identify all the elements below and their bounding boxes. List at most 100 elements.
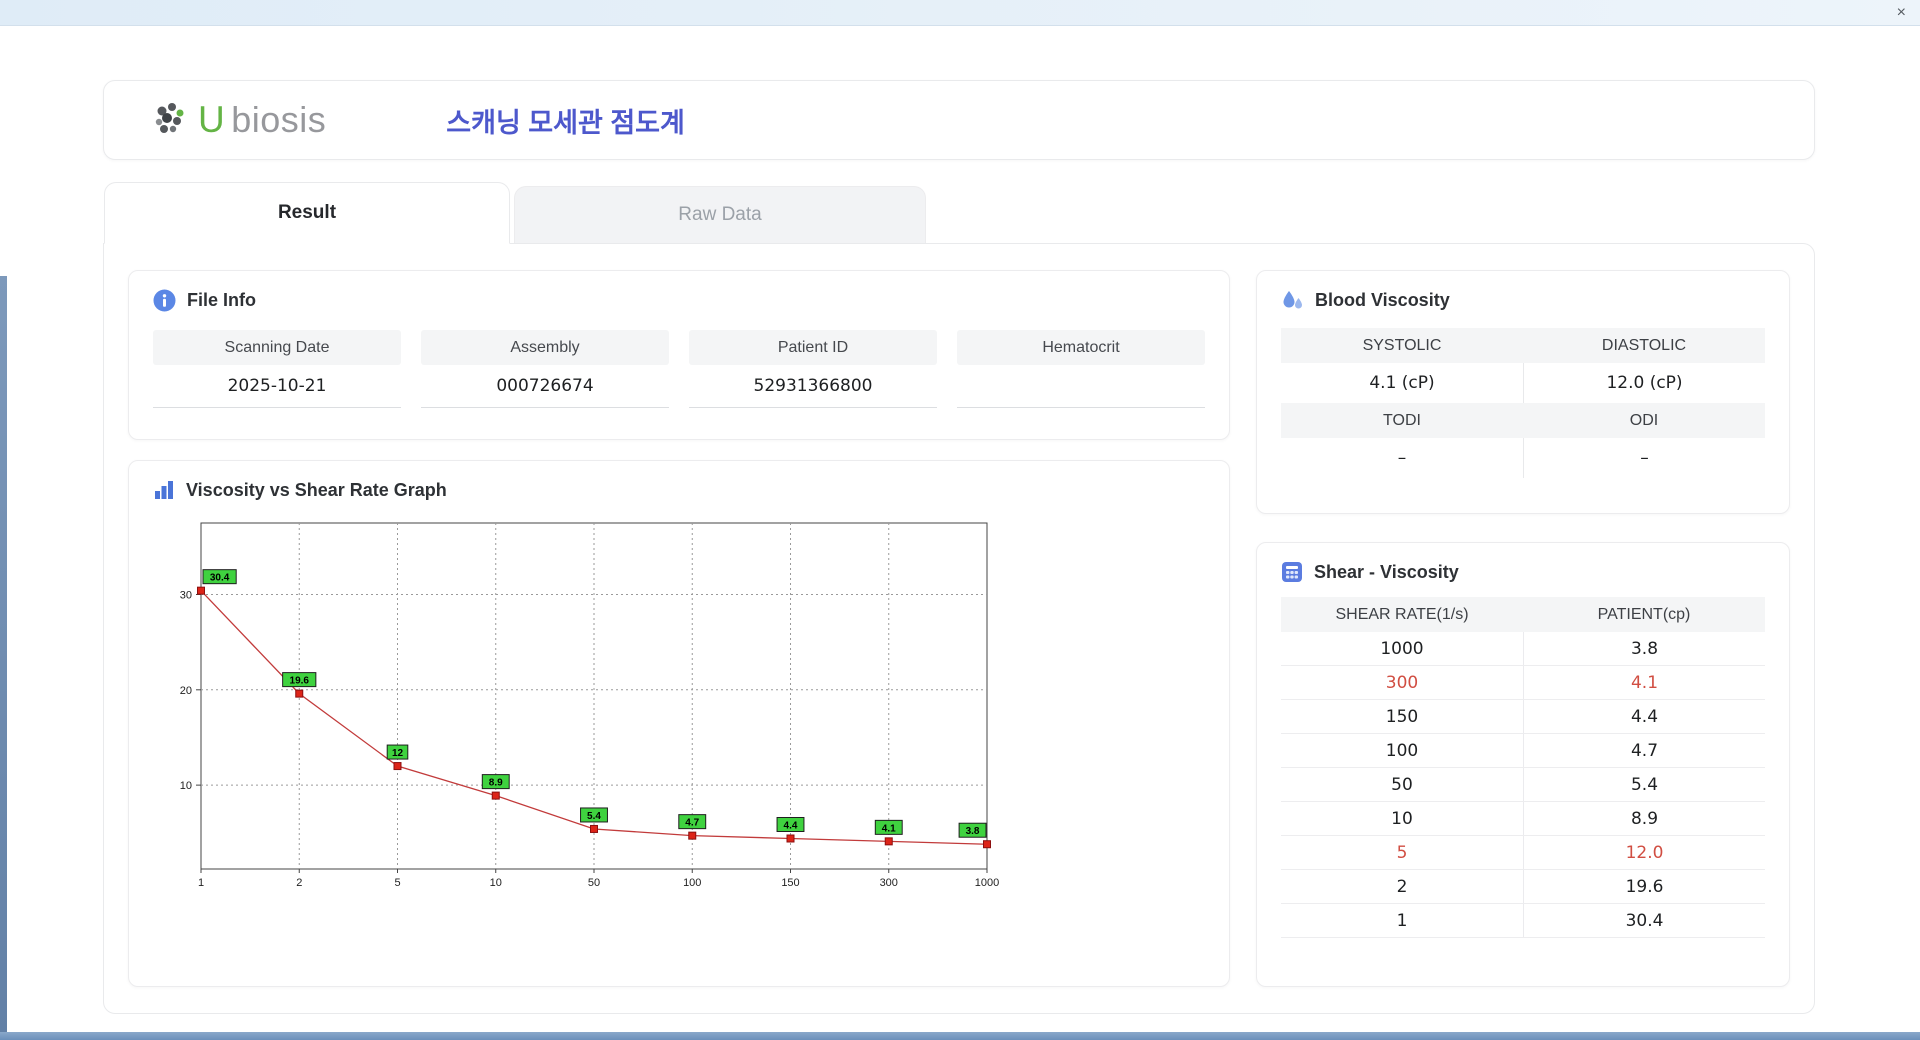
shear-rate-cell: 10 [1391, 808, 1413, 829]
shear-rate-cell: 2 [1396, 876, 1408, 897]
logo-text-biosis: biosis [231, 99, 327, 140]
app-window: U biosis 스캐닝 모세관 점도계 Result Raw Data Fil… [0, 26, 1920, 1040]
shear-viscosity-title: Shear - Viscosity [1314, 561, 1459, 582]
patient-cp-cell: 4.7 [1523, 734, 1765, 767]
svg-text:50: 50 [588, 877, 600, 889]
background-bottom-edge [0, 1032, 1920, 1040]
patient-cp-cell: 8.9 [1523, 802, 1765, 835]
svg-text:300: 300 [880, 877, 898, 889]
shear-table-row: 2 19.6 [1281, 870, 1765, 904]
shear-rate-cell: 100 [1385, 740, 1419, 761]
blood-viscosity-title: Blood Viscosity [1315, 290, 1450, 310]
shear-table-row: 1000 3.8 [1281, 632, 1765, 666]
shear-table-row: 1 30.4 [1281, 904, 1765, 938]
shear-rate-cell: 50 [1391, 774, 1413, 795]
svg-text:10: 10 [490, 877, 502, 889]
tab-raw-data[interactable]: Raw Data [514, 186, 926, 243]
shear-rate-column-header: SHEAR RATE(1/s) [1281, 597, 1523, 632]
svg-text:1: 1 [198, 877, 204, 889]
todi-label: TODI [1281, 403, 1523, 438]
shear-viscosity-card: Shear - Viscosity SHEAR RATE(1/s) PATIEN… [1256, 542, 1790, 987]
odi-value: – [1523, 438, 1765, 478]
svg-text:4.4: 4.4 [784, 820, 798, 831]
field-patient-id: Patient ID 52931366800 [689, 330, 937, 408]
svg-text:5: 5 [394, 877, 400, 889]
app-title: 스캐닝 모세관 점도계 [446, 107, 685, 138]
svg-text:30: 30 [180, 589, 192, 601]
systolic-value: 4.1 (cP) [1369, 373, 1435, 393]
shear-table-row: 150 4.4 [1281, 700, 1765, 734]
patient-cp-cell: 19.6 [1523, 870, 1765, 903]
systolic-label: SYSTOLIC [1281, 328, 1523, 363]
right-column: Blood Viscosity SYSTOLIC DIASTOLIC 4.1 (… [1256, 270, 1790, 987]
field-value [957, 365, 1205, 407]
shear-rate-cell: 150 [1385, 706, 1419, 727]
blood-viscosity-title-row: Blood Viscosity [1281, 289, 1765, 312]
bar-chart-icon [155, 481, 173, 499]
grid-table-icon [1282, 562, 1302, 582]
graph-title-row: Viscosity vs Shear Rate Graph [153, 479, 1205, 501]
chart-area: 10 20 30 1 2 5 10 50 100 150 300 1000 30.4 19.6 12 8.9 5… [159, 517, 1205, 908]
tab-bar: Result Raw Data [104, 182, 926, 244]
tab-result[interactable]: Result [104, 182, 510, 244]
svg-text:12: 12 [392, 748, 404, 759]
field-hematocrit: Hematocrit [957, 330, 1205, 408]
diastolic-value: 12.0 (cP) [1523, 363, 1765, 403]
shear-table-header: SHEAR RATE(1/s) PATIENT(cp) [1281, 597, 1765, 632]
field-scanning-date: Scanning Date 2025-10-21 [153, 330, 401, 408]
window-titlebar: × [0, 0, 1920, 26]
svg-text:8.9: 8.9 [489, 778, 503, 789]
shear-viscosity-table: SHEAR RATE(1/s) PATIENT(cp) 1000 3.8 300 4.… [1281, 597, 1765, 938]
shear-table-row: 50 5.4 [1281, 768, 1765, 802]
window-close-icon[interactable]: × [1897, 4, 1906, 21]
todi-value: – [1397, 448, 1407, 468]
shear-table-row: 10 8.9 [1281, 802, 1765, 836]
field-assembly: Assembly 000726674 [421, 330, 669, 408]
blood-viscosity-card: Blood Viscosity SYSTOLIC DIASTOLIC 4.1 (… [1256, 270, 1790, 514]
shear-rate-cell: 300 [1385, 672, 1419, 693]
field-label: Assembly [421, 330, 669, 365]
patient-cp-cell: 4.4 [1523, 700, 1765, 733]
info-icon [153, 289, 176, 312]
patient-cp-cell: 5.4 [1523, 768, 1765, 801]
shear-table-row: 5 12.0 [1281, 836, 1765, 870]
svg-text:19.6: 19.6 [290, 676, 310, 687]
odi-label: ODI [1523, 403, 1765, 438]
field-label: Patient ID [689, 330, 937, 365]
svg-text:4.7: 4.7 [685, 818, 699, 829]
shear-rate-cell: 1000 [1380, 638, 1424, 659]
left-column: File Info Scanning Date 2025-10-21 Assem… [128, 270, 1230, 987]
patient-column-header: PATIENT(cp) [1523, 597, 1765, 632]
shear-table-row: 300 4.1 [1281, 666, 1765, 700]
shear-table-row: 100 4.7 [1281, 734, 1765, 768]
shear-table-body: 1000 3.8 300 4.1 150 4.4 100 4.7 50 5.4 10 8.9 5 12.0… [1281, 632, 1765, 938]
svg-text:5.4: 5.4 [587, 811, 601, 822]
graph-title: Viscosity vs Shear Rate Graph [186, 479, 447, 500]
field-value: 000726674 [496, 376, 594, 396]
svg-text:150: 150 [781, 877, 799, 889]
logo-dots-icon [155, 103, 184, 133]
file-info-title-row: File Info [153, 289, 1205, 312]
patient-cp-cell: 12.0 [1523, 836, 1765, 869]
file-info-fields: Scanning Date 2025-10-21 Assembly 000726… [153, 330, 1205, 408]
svg-text:3.8: 3.8 [966, 826, 980, 837]
svg-text:20: 20 [180, 685, 192, 697]
app-header: U biosis 스캐닝 모세관 점도계 [103, 80, 1815, 160]
shear-rate-cell: 1 [1396, 910, 1408, 931]
svg-text:100: 100 [683, 877, 701, 889]
diastolic-label: DIASTOLIC [1523, 328, 1765, 363]
patient-cp-cell: 30.4 [1523, 904, 1765, 937]
background-left-edge [0, 276, 7, 1040]
droplet-icon [1283, 291, 1302, 309]
result-panel: File Info Scanning Date 2025-10-21 Assem… [103, 243, 1815, 1014]
graph-card: Viscosity vs Shear Rate Graph 10 20 30 1 2 5 1… [128, 460, 1230, 987]
file-info-title: File Info [187, 290, 256, 310]
shear-viscosity-title-row: Shear - Viscosity [1281, 561, 1765, 583]
svg-text:2: 2 [296, 877, 302, 889]
svg-text:4.1: 4.1 [882, 823, 896, 834]
viscosity-chart: 1020301 2 5 10 50 100 150 300 100030.419.6128.95… [180, 522, 999, 889]
field-label: Scanning Date [153, 330, 401, 365]
logo-text-u: U [198, 99, 226, 140]
patient-cp-cell: 4.1 [1523, 666, 1765, 699]
field-value: 2025-10-21 [227, 376, 327, 396]
